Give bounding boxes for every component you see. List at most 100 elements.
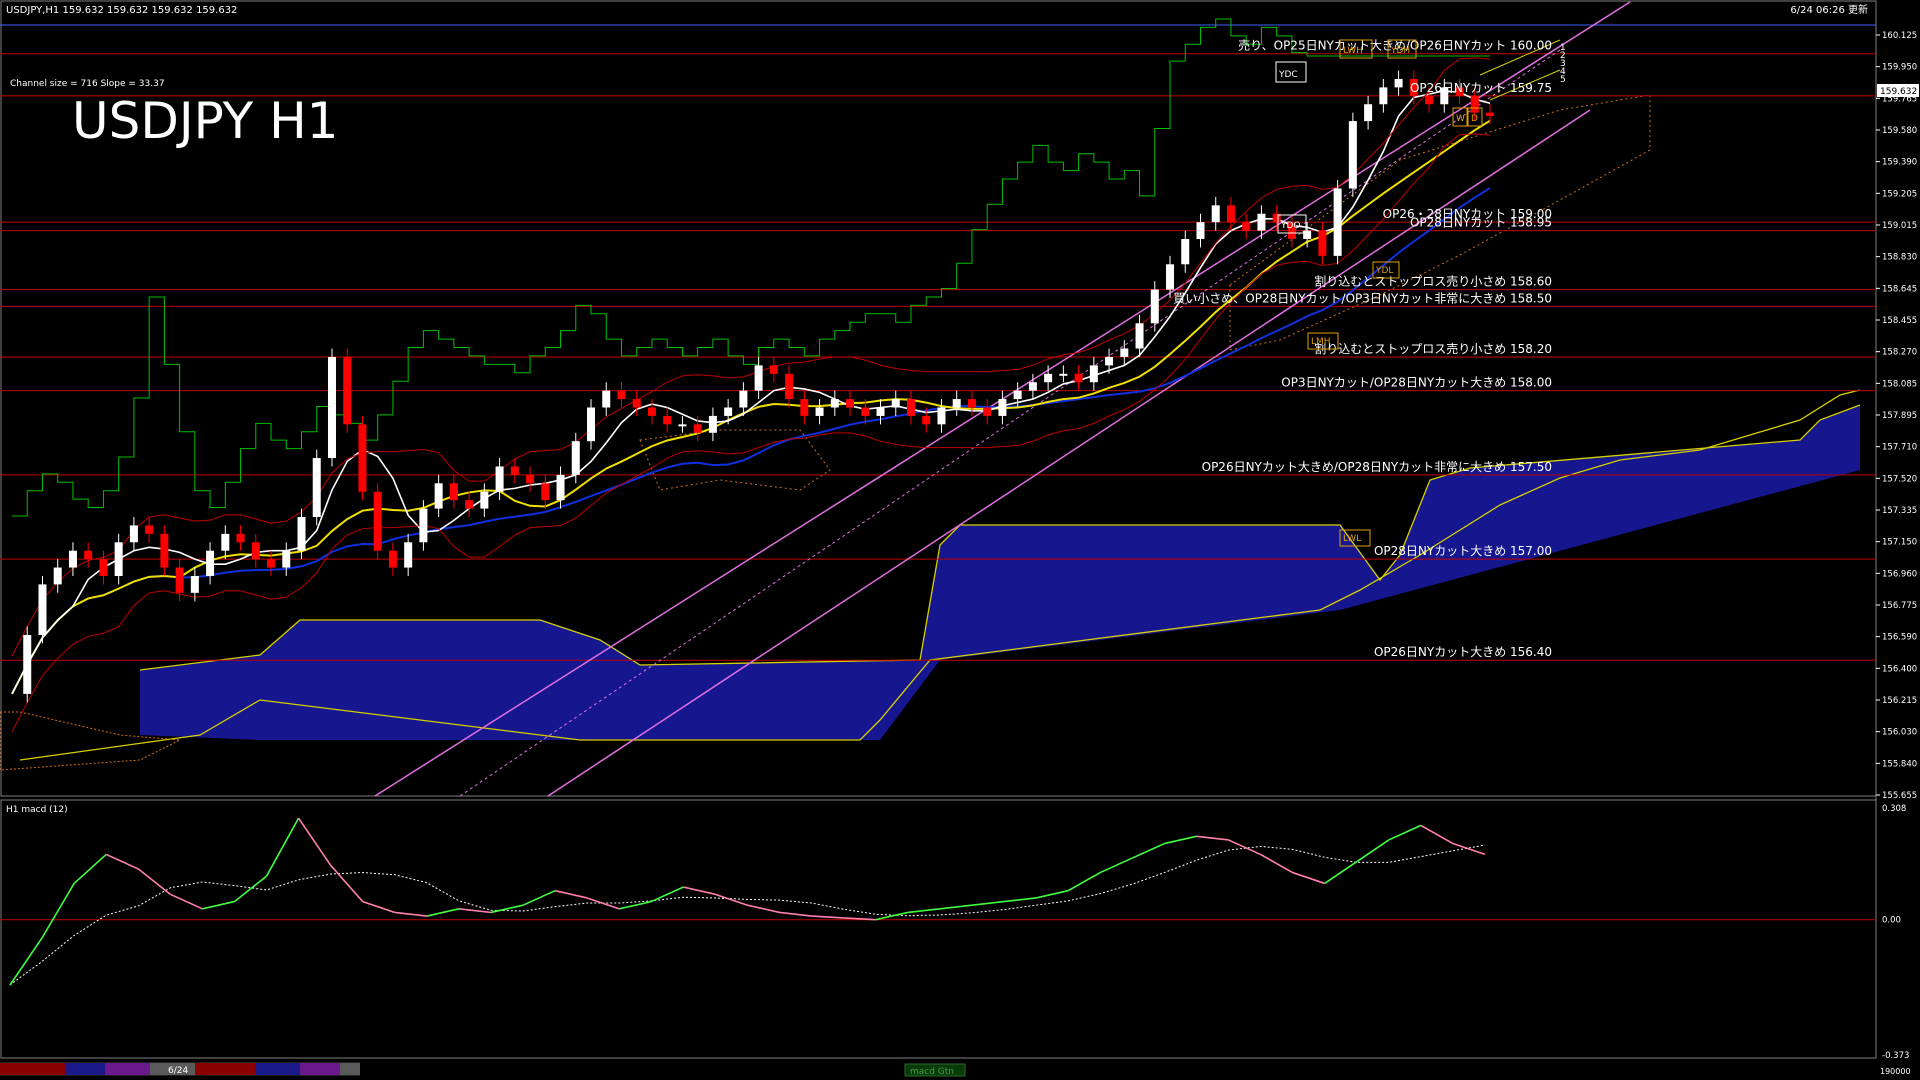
candle-body — [724, 407, 733, 416]
macd-segment — [1196, 835, 1229, 841]
macd-segment — [169, 893, 203, 910]
usdjpy-h1-chart[interactable]: 12345 売り、OP25日NYカット大きめ/OP26日NYカット 160.00… — [0, 0, 1920, 1080]
macd-segment — [490, 904, 524, 914]
ichimoku-cloud — [0, 94, 1861, 771]
price-tick-label: 156.590 — [1882, 633, 1917, 643]
macd-segment — [1388, 824, 1422, 841]
candle-body — [1105, 356, 1114, 366]
candle-body — [1425, 95, 1434, 105]
macd-segment — [1228, 839, 1261, 856]
band-lower — [11, 133, 1491, 733]
price-tick-label: 160.125 — [1882, 31, 1917, 41]
candle-body — [129, 525, 138, 543]
level-label: OP26日NYカット 159.75 — [1410, 81, 1552, 95]
candle-body — [327, 356, 336, 459]
candle-body — [267, 559, 276, 568]
channel-info: Channel size = 716 Slope = 33.37 — [10, 79, 165, 89]
macd-segment — [1099, 857, 1133, 874]
box-label: D — [1471, 114, 1478, 124]
candle-body — [449, 483, 458, 501]
candle-body — [388, 550, 397, 568]
level-label: OP3日NYカット/OP28日NYカット大きめ 158.00 — [1281, 376, 1552, 390]
candle-body — [1120, 348, 1129, 357]
candle-body — [84, 550, 93, 560]
candle-body — [967, 399, 976, 408]
candle-body — [769, 365, 778, 374]
candle-body — [221, 533, 230, 551]
candle-body — [1318, 230, 1327, 256]
channel-number: 5 — [1560, 75, 1566, 85]
candle-body — [510, 466, 519, 475]
chart-title: USDJPY H1 — [72, 92, 338, 150]
macd-segment — [426, 908, 460, 917]
candle-body — [373, 491, 382, 551]
candle-body — [754, 365, 763, 391]
candle-body — [251, 542, 260, 560]
candle-body — [937, 407, 946, 425]
candle-body — [465, 500, 474, 509]
macd-segment — [1452, 842, 1486, 856]
level-label: 割り込むとストップロス売り小さめ 158.60 — [1314, 274, 1552, 289]
macd-segment — [939, 904, 973, 910]
candle-body — [1196, 222, 1205, 240]
symbol-line: USDJPY,H1 159.632 159.632 159.632 159.63… — [6, 5, 237, 16]
candle-body — [434, 483, 443, 509]
candle-body — [1348, 121, 1357, 189]
macd-segment — [137, 868, 171, 895]
price-tick-label: 157.520 — [1882, 474, 1917, 484]
kumo-blue — [140, 405, 1860, 740]
volume-scale: 190000 — [1880, 1067, 1911, 1076]
bottom-timeline-bar: 6/24 — [0, 1062, 360, 1076]
candle-body — [190, 575, 199, 593]
candle-body — [145, 525, 154, 534]
channel-mid — [459, 49, 1561, 797]
candle-body — [1028, 382, 1037, 391]
candle-body — [1486, 112, 1494, 117]
candle-body — [175, 567, 184, 593]
macd-segment — [554, 889, 588, 899]
macd-segment — [1164, 835, 1197, 845]
candle-body — [663, 415, 672, 425]
candle-body — [53, 567, 62, 585]
candle-body — [1470, 95, 1479, 113]
candle-body — [1303, 230, 1312, 240]
timestamp: 6/24 06:26 更新 — [1790, 3, 1868, 16]
macd-segment — [971, 900, 1005, 906]
candle-body — [1089, 365, 1098, 383]
level-label: 割り込むとストップロス売り小さめ 158.20 — [1314, 341, 1552, 356]
macd-segment — [1324, 861, 1358, 885]
candle-body — [952, 399, 961, 408]
price-tick-label: 156.030 — [1882, 728, 1917, 738]
candle-body — [998, 399, 1007, 416]
candle-body — [678, 424, 687, 427]
candle-body — [632, 399, 641, 408]
macd-segment — [1356, 839, 1390, 863]
macd-segment — [202, 900, 235, 910]
macd-segment — [747, 904, 780, 914]
candle-body — [1166, 264, 1175, 290]
box-label: YDO — [1280, 221, 1301, 231]
candle-body — [693, 424, 702, 433]
candle-body — [785, 373, 794, 400]
price-axis: 160.125159.950159.765159.580159.390159.2… — [1876, 31, 1917, 801]
candle-body — [876, 407, 885, 416]
level-label: OP26日NYカット大きめ/OP28日NYカット非常に大きめ 157.50 — [1202, 460, 1552, 474]
macd-segment — [265, 817, 300, 877]
price-tick-label: 157.895 — [1882, 411, 1917, 421]
candle-body — [861, 407, 870, 416]
current-price-value: 159.632 — [1880, 87, 1917, 97]
candle-body — [1242, 222, 1251, 231]
candle-body — [23, 634, 32, 694]
candle-body — [1364, 104, 1373, 122]
macd-segment — [683, 886, 716, 896]
candle-body — [480, 491, 489, 509]
price-tick-label: 158.830 — [1882, 253, 1917, 263]
macd-segment — [1003, 897, 1037, 903]
candle-body — [1257, 213, 1266, 231]
box-label: YDH — [1390, 46, 1410, 56]
candle-body — [419, 508, 428, 543]
macd-tick-label: 0.308 — [1882, 804, 1906, 814]
macd-tick-label: 0.00 — [1882, 916, 1901, 926]
candle-body — [541, 483, 550, 501]
candle-body — [236, 533, 245, 543]
